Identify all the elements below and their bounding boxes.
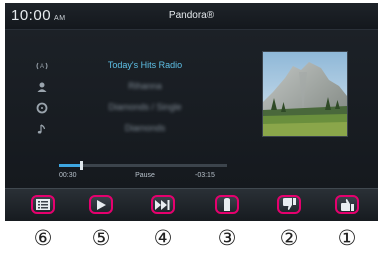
callout-4: ④ xyxy=(153,226,173,250)
play-button[interactable] xyxy=(89,195,113,214)
callout-1: ① xyxy=(337,226,357,250)
disc-icon xyxy=(35,102,49,116)
bookmark-button[interactable] xyxy=(215,195,239,214)
station-row: A Today's Hits Radio xyxy=(5,57,245,77)
list-icon xyxy=(36,199,50,210)
album-row: Diamonds / Single xyxy=(5,99,245,119)
remaining-time: -03:15 xyxy=(195,172,215,179)
menu-button[interactable] xyxy=(31,195,55,214)
skip-button[interactable] xyxy=(151,195,175,214)
now-playing-panel: A Today's Hits Radio Rihanna Diamonds / … xyxy=(5,30,378,188)
person-icon xyxy=(35,81,49,95)
station-icon: A xyxy=(35,60,49,74)
bookmark-icon xyxy=(224,197,230,211)
track-name: Diamonds xyxy=(124,123,166,133)
skip-forward-icon xyxy=(155,199,170,210)
artist-name: Rihanna xyxy=(128,81,162,91)
station-name: Today's Hits Radio xyxy=(107,60,183,70)
track-row: Diamonds xyxy=(5,120,245,140)
album-art-image xyxy=(263,52,347,136)
thumbs-up-button[interactable] xyxy=(335,195,359,214)
control-bar xyxy=(5,188,378,221)
thumbs-down-button[interactable] xyxy=(277,195,301,214)
music-note-icon xyxy=(35,123,49,137)
playback-state: Pause xyxy=(135,172,155,179)
progress-handle[interactable] xyxy=(79,161,83,170)
artist-row: Rihanna xyxy=(5,78,245,98)
pandora-screen: 10:00 AM Pandora® A Today's Hits Radio Ri… xyxy=(5,3,378,221)
callout-2: ② xyxy=(279,226,299,250)
callout-6: ⑥ xyxy=(33,226,53,250)
thumbs-down-icon xyxy=(283,198,296,210)
svg-text:A: A xyxy=(40,64,44,70)
progress-bar[interactable] xyxy=(59,161,227,170)
app-title: Pandora® xyxy=(168,10,215,21)
elapsed-time: 00:30 xyxy=(59,172,77,179)
album-name: Diamonds / Single xyxy=(108,102,182,112)
callout-3: ③ xyxy=(217,226,237,250)
progress-fill xyxy=(59,164,81,167)
callout-5: ⑤ xyxy=(91,226,111,250)
status-bar: 10:00 AM Pandora® xyxy=(5,3,378,30)
thumbs-up-icon xyxy=(341,199,354,211)
album-art xyxy=(262,51,348,137)
play-icon xyxy=(97,199,106,210)
